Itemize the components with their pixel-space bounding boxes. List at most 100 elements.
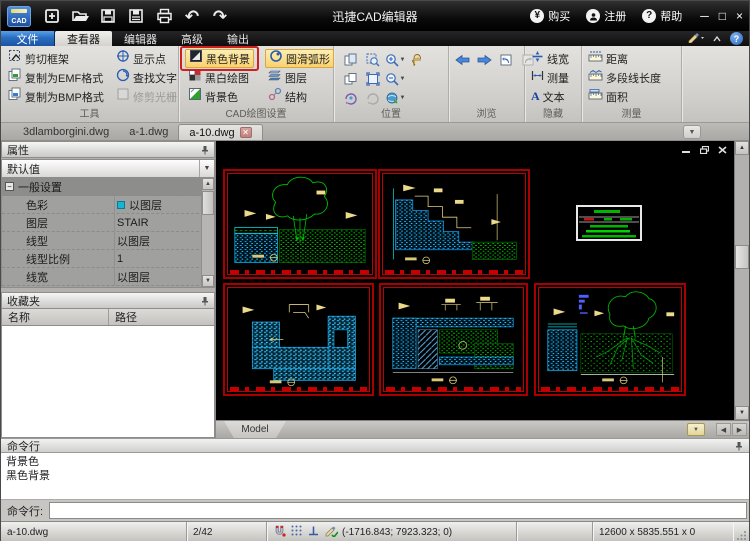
new-file-button[interactable] xyxy=(39,4,65,28)
viewport-1[interactable] xyxy=(223,169,377,279)
scroll-down-icon[interactable]: ▼ xyxy=(202,275,214,287)
save-as-button[interactable] xyxy=(123,4,149,28)
column-header-path[interactable]: 路径 xyxy=(109,309,137,325)
prev-page-button[interactable] xyxy=(340,51,362,69)
ortho-icon[interactable] xyxy=(307,524,320,540)
tab-viewer[interactable]: 查看器 xyxy=(55,31,112,46)
scroll-up-icon[interactable]: ▲ xyxy=(735,141,749,155)
file-tab[interactable]: a-1.dwg xyxy=(119,124,178,140)
tab-close-icon[interactable]: ✕ xyxy=(240,127,252,138)
ribbon-item-find-text[interactable]: 查找文字 xyxy=(113,68,180,87)
drawing-canvas[interactable]: ▲ ▼ xyxy=(216,141,749,420)
viewport-3[interactable] xyxy=(223,283,374,396)
maximize-button[interactable]: □ xyxy=(719,10,726,22)
commandline-history[interactable]: 背景色 黑色背景 xyxy=(1,453,749,499)
zoom-out-button[interactable]: ▼ xyxy=(384,70,406,88)
tab-advanced[interactable]: 高级 xyxy=(169,31,215,46)
ribbon-item-area[interactable]: 面积 xyxy=(585,87,664,106)
scroll-up-icon[interactable]: ▲ xyxy=(202,178,214,190)
ribbon-item-structure[interactable]: 结构 xyxy=(265,87,334,106)
ribbon-item-background-color[interactable]: 背景色 xyxy=(185,87,254,106)
property-row[interactable]: 线型比例1 xyxy=(2,250,214,268)
ribbon-item-smooth-arc[interactable]: 圆滑弧形 xyxy=(265,49,334,68)
previous-view-button[interactable] xyxy=(451,51,473,69)
doc-restore-icon[interactable] xyxy=(700,146,709,154)
ribbon-item-text-hide[interactable]: A文本 xyxy=(528,87,572,106)
osnap-icon[interactable] xyxy=(273,524,286,540)
doc-close-icon[interactable] xyxy=(718,146,727,154)
help-button[interactable]: ?帮助 xyxy=(636,6,688,26)
properties-scrollbar[interactable]: ▲ ▼ xyxy=(201,178,214,287)
menu-file-button[interactable]: 文件 xyxy=(1,31,55,46)
redo-button[interactable]: ↷ xyxy=(207,4,233,28)
pin-icon[interactable] xyxy=(201,145,209,155)
tab-list-dropdown[interactable]: ▼ xyxy=(683,125,701,139)
favorites-list[interactable] xyxy=(1,326,215,438)
named-views-button[interactable]: ▼ xyxy=(384,89,406,107)
viewport-4[interactable] xyxy=(379,283,528,396)
favorites-header[interactable]: 收藏夹 xyxy=(1,292,215,309)
ribbon-item-distance[interactable]: 距离 xyxy=(585,49,664,68)
print-button[interactable] xyxy=(151,4,177,28)
file-tab-active[interactable]: a-10.dwg✕ xyxy=(178,124,262,140)
preset-select[interactable]: 默认值▼ xyxy=(1,159,215,178)
zoom-window-icon[interactable] xyxy=(362,51,384,69)
ribbon-item-lineweight[interactable]: 线宽 xyxy=(528,49,572,68)
pin-icon[interactable] xyxy=(735,441,743,451)
quick-help-button[interactable]: ? xyxy=(730,32,743,45)
file-tab[interactable]: 3dlamborgini.dwg xyxy=(13,124,119,140)
ribbon-item-polyline-length[interactable]: 多段线长度 xyxy=(585,68,664,87)
properties-section-row[interactable]: −一般设置 xyxy=(2,178,214,196)
back-sheet-button[interactable] xyxy=(495,51,517,69)
save-button[interactable] xyxy=(95,4,121,28)
property-row[interactable]: 色彩以图层 xyxy=(2,196,214,214)
viewport-2[interactable] xyxy=(378,169,530,279)
rotate-3d-button[interactable] xyxy=(340,89,362,107)
ribbon-item-bw-drawing[interactable]: 黑白绘图 xyxy=(185,68,254,87)
ribbon-item-measure-hide[interactable]: 测量 xyxy=(528,68,572,87)
scroll-thumb[interactable] xyxy=(202,191,214,215)
property-row[interactable]: 线型以图层 xyxy=(2,232,214,250)
resize-grip[interactable] xyxy=(733,522,749,541)
commandline-header[interactable]: 命令行 xyxy=(1,438,749,453)
model-tab[interactable]: Model xyxy=(224,421,286,438)
ribbon-item-black-background[interactable]: 黑色背景 xyxy=(185,49,254,68)
zoom-in-button[interactable]: ▼ xyxy=(384,51,406,69)
command-input[interactable] xyxy=(49,502,747,519)
property-row[interactable]: 图层STAIR xyxy=(2,214,214,232)
property-row[interactable]: 线宽以图层 xyxy=(2,268,214,286)
scroll-left-icon[interactable]: ◀ xyxy=(716,423,731,436)
canvas-vertical-scrollbar[interactable]: ▲ ▼ xyxy=(734,141,749,420)
pen-menu-button[interactable] xyxy=(688,30,704,48)
tab-output[interactable]: 输出 xyxy=(215,31,261,46)
grid-snap-icon[interactable] xyxy=(290,524,303,540)
properties-header[interactable]: 属性 xyxy=(1,141,215,158)
pan-button[interactable] xyxy=(406,51,428,69)
ribbon-item-copy-bmp[interactable]: 复制为BMP格式 xyxy=(5,87,107,106)
viewport-5[interactable] xyxy=(534,283,686,396)
open-file-button[interactable] xyxy=(67,4,93,28)
doc-minimize-icon[interactable] xyxy=(682,146,691,154)
ribbon-item-layers[interactable]: 图层 xyxy=(265,68,334,87)
minimize-button[interactable]: ─ xyxy=(700,10,709,22)
ribbon-item-copy-emf[interactable]: 复制为EMF格式 xyxy=(5,68,107,87)
copy-view-button[interactable] xyxy=(340,70,362,88)
draw-mode-icon[interactable] xyxy=(324,524,338,540)
ribbon-item-show-points[interactable]: 显示点 xyxy=(113,49,180,68)
ribbon-item-cut-frame[interactable]: 剪切框架 xyxy=(5,49,107,68)
register-button[interactable]: 注册 xyxy=(580,6,632,26)
zoom-extents-button[interactable] xyxy=(362,70,384,88)
next-view-button[interactable] xyxy=(473,51,495,69)
buy-button[interactable]: ¥购买 xyxy=(524,6,576,26)
column-header-name[interactable]: 名称 xyxy=(2,309,109,325)
scroll-down-icon[interactable]: ▼ xyxy=(735,406,749,420)
tab-editor[interactable]: 编辑器 xyxy=(112,31,169,46)
layout-dropdown-button[interactable]: ▼ xyxy=(687,423,705,436)
scroll-right-icon[interactable]: ▶ xyxy=(732,423,747,436)
scroll-thumb[interactable] xyxy=(735,245,749,269)
collapse-ribbon-button[interactable] xyxy=(712,30,722,48)
pin-icon[interactable] xyxy=(201,296,209,306)
undo-button[interactable]: ↶ xyxy=(179,4,205,28)
close-button[interactable]: × xyxy=(736,10,743,22)
collapse-icon[interactable]: − xyxy=(5,182,14,191)
